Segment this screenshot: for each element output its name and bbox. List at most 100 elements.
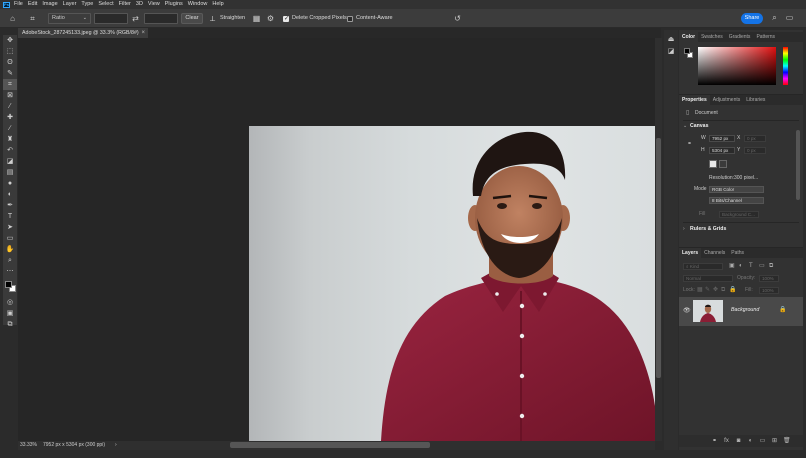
bit-depth-select[interactable]: 8 Bits/Channel	[709, 197, 764, 204]
swap-icon[interactable]: ⇄	[131, 14, 140, 23]
menu-filter[interactable]: Filter	[119, 0, 131, 9]
new-layer-icon[interactable]: ⊞	[771, 437, 778, 445]
filter-type-icon[interactable]: T	[749, 263, 753, 270]
layer-row[interactable]: 👁 Background 🔒	[679, 297, 803, 326]
menu-image[interactable]: Image	[42, 0, 57, 9]
tab-adjustments[interactable]: Adjustments	[710, 95, 744, 105]
brush-tool-icon[interactable]: ∕	[3, 123, 17, 134]
gradient-tool-icon[interactable]: ▤	[3, 167, 17, 178]
overlay-grid-icon[interactable]: ▦	[252, 14, 261, 23]
canvas-section-title[interactable]: Canvas	[690, 123, 708, 129]
undo-icon[interactable]: ↺	[453, 14, 462, 23]
opacity-field[interactable]: 100%	[759, 275, 779, 282]
canvas-y-field[interactable]: 0 px	[744, 147, 766, 154]
rectangle-tool-icon[interactable]: ▭	[3, 233, 17, 244]
portrait-orientation-icon[interactable]	[709, 160, 717, 168]
tab-properties[interactable]: Properties	[679, 95, 710, 105]
chevron-right-icon[interactable]: ›	[683, 226, 685, 233]
blur-tool-icon[interactable]: ●	[3, 178, 17, 189]
filter-pixel-icon[interactable]: ▣	[729, 263, 735, 270]
workspace-icon[interactable]: ▭	[785, 13, 794, 22]
tab-paths[interactable]: Paths	[728, 248, 747, 258]
canvas-area[interactable]	[18, 38, 655, 441]
pen-tool-icon[interactable]: ✒	[3, 200, 17, 211]
menu-layer[interactable]: Layer	[63, 0, 77, 9]
lock-artboard-icon[interactable]: ⧉	[721, 287, 725, 294]
zoom-level[interactable]: 33.33%	[20, 441, 37, 450]
document-info[interactable]: 7952 px x 5304 px (300 ppi)	[43, 441, 105, 450]
menu-plugins[interactable]: Plugins	[165, 0, 183, 9]
tab-layers[interactable]: Layers	[679, 248, 702, 258]
lock-all-icon[interactable]: 🔒	[729, 287, 736, 294]
trash-icon[interactable]: 🗑	[783, 437, 791, 445]
visibility-eye-icon[interactable]: 👁	[683, 308, 691, 315]
layer-filter-select[interactable]: ⌕ Kind	[683, 263, 723, 270]
foreground-color-swatch[interactable]	[5, 281, 12, 288]
menu-select[interactable]: Select	[98, 0, 113, 9]
more-tools-icon[interactable]: ⋯	[3, 266, 17, 277]
artboard-icon[interactable]: ⧉	[3, 319, 17, 330]
marquee-tool-icon[interactable]: ⬚	[3, 46, 17, 57]
rulers-grids-title[interactable]: Rulers & Grids	[690, 226, 726, 232]
link-icon[interactable]: ⚭	[687, 141, 692, 148]
canvas-width-field[interactable]: 7952 px	[709, 135, 735, 142]
crop-width-input[interactable]	[94, 13, 128, 24]
properties-scrollbar[interactable]	[796, 130, 800, 200]
clone-stamp-tool-icon[interactable]: ♜	[3, 134, 17, 145]
menu-view[interactable]: View	[148, 0, 160, 9]
layer-name[interactable]: Background	[731, 307, 759, 313]
tab-gradients[interactable]: Gradients	[726, 32, 754, 42]
hand-tool-icon[interactable]: ✋	[3, 244, 17, 255]
content-aware-checkbox[interactable]	[347, 16, 353, 22]
link-layers-icon[interactable]: ⚭	[711, 437, 718, 445]
eraser-tool-icon[interactable]: ◪	[3, 156, 17, 167]
search-icon[interactable]: ⌕	[770, 13, 779, 22]
document-tab[interactable]: AdobeStock_287245133.jpeg @ 33.3% (RGB/8…	[18, 28, 148, 38]
tab-libraries[interactable]: Libraries	[743, 95, 768, 105]
menu-3d[interactable]: 3D	[136, 0, 143, 9]
screen-mode-icon[interactable]: ▣	[3, 308, 17, 319]
vertical-scroll-thumb[interactable]	[656, 138, 661, 378]
landscape-orientation-icon[interactable]	[719, 160, 727, 168]
horizontal-scroll-thumb[interactable]	[230, 442, 430, 448]
type-tool-icon[interactable]: T	[3, 211, 17, 222]
chevron-down-icon[interactable]: ⌄	[683, 123, 687, 130]
lock-position-icon[interactable]: ✥	[713, 287, 718, 294]
quick-select-tool-icon[interactable]: ✎	[3, 68, 17, 79]
adjustment-layer-icon[interactable]: ◐	[747, 437, 754, 445]
status-chevron-icon[interactable]: ›	[115, 441, 117, 450]
filter-adjustment-icon[interactable]: ◐	[739, 263, 743, 270]
gear-icon[interactable]: ⚙	[266, 14, 275, 23]
document-image[interactable]	[249, 126, 655, 441]
filter-shape-icon[interactable]: ▭	[759, 263, 765, 270]
fill-field[interactable]: 100%	[759, 287, 779, 294]
fg-color-chip[interactable]	[684, 48, 690, 54]
lock-pixels-icon[interactable]: ▦	[697, 287, 703, 294]
dodge-tool-icon[interactable]: ◐	[3, 189, 17, 200]
move-tool-icon[interactable]: ✥	[3, 35, 17, 46]
menu-window[interactable]: Window	[188, 0, 208, 9]
new-group-icon[interactable]: ▭	[759, 437, 766, 445]
quick-mask-icon[interactable]: ◎	[3, 297, 17, 308]
lasso-tool-icon[interactable]: ʘ	[3, 57, 17, 68]
frame-tool-icon[interactable]: ⊠	[3, 90, 17, 101]
zoom-tool-icon[interactable]: ⌕	[3, 255, 17, 266]
history-panel-icon[interactable]: ⏏	[667, 36, 675, 44]
history-brush-tool-icon[interactable]: ↶	[3, 145, 17, 156]
canvas-x-field[interactable]: 0 px	[744, 135, 766, 142]
crop-tool-icon[interactable]: ⌗	[3, 79, 17, 90]
fx-icon[interactable]: fx	[723, 437, 730, 445]
tab-channels[interactable]: Channels	[701, 248, 728, 258]
delete-cropped-checkbox[interactable]	[283, 15, 289, 22]
blend-mode-select[interactable]: Normal	[683, 275, 733, 282]
clear-button[interactable]: Clear	[181, 13, 203, 24]
tab-color[interactable]: Color	[679, 32, 699, 42]
crop-height-input[interactable]	[144, 13, 178, 24]
add-mask-icon[interactable]: ◙	[735, 437, 742, 445]
color-mode-select[interactable]: RGB Color	[709, 186, 764, 193]
eyedropper-tool-icon[interactable]: ⁄	[3, 101, 17, 112]
vertical-scrollbar[interactable]	[655, 38, 662, 441]
color-picker-field[interactable]	[698, 47, 776, 85]
tab-patterns[interactable]: Patterns	[753, 32, 778, 42]
hue-slider[interactable]	[783, 47, 788, 85]
